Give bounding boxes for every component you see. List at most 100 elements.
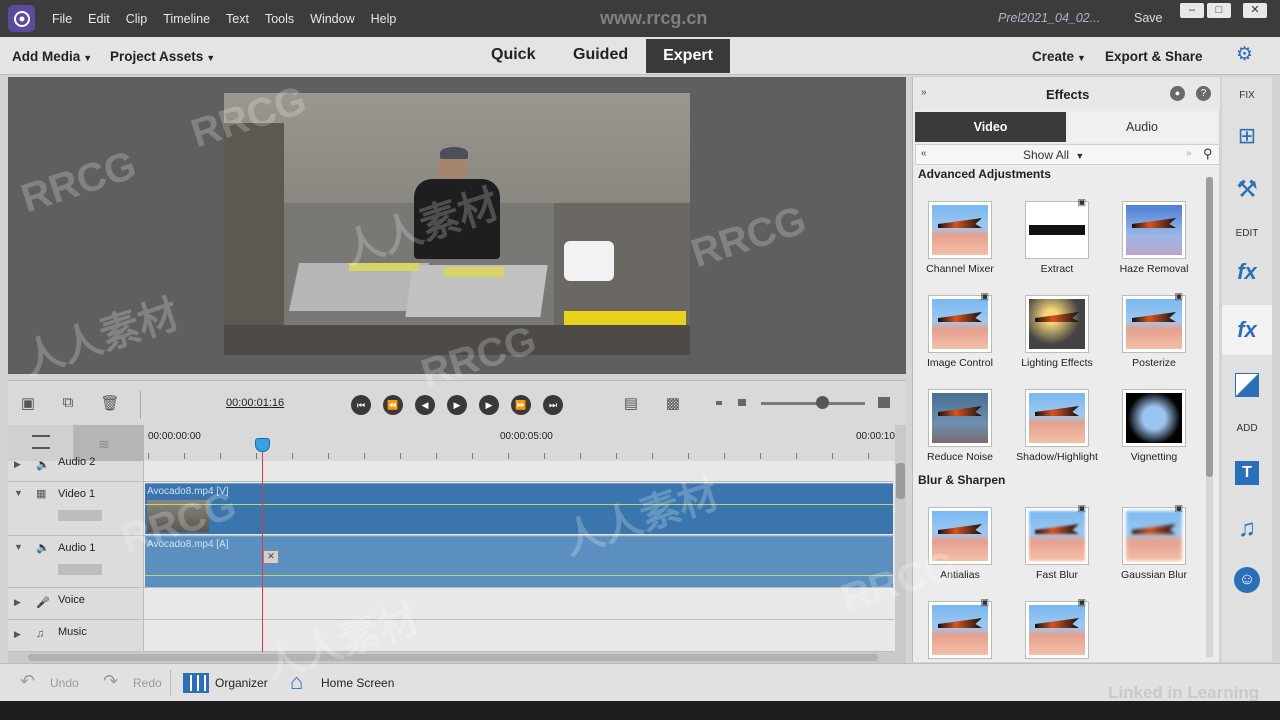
- effects-icon[interactable]: fx: [1222, 305, 1272, 355]
- scroll-thumb[interactable]: [28, 654, 878, 661]
- fullscreen-icon[interactable]: ▩: [663, 394, 683, 412]
- zoom-out-icon[interactable]: [716, 401, 722, 405]
- effect-thumbnail[interactable]: [928, 389, 992, 447]
- zoom-in-icon[interactable]: [878, 397, 890, 408]
- effect-thumbnail[interactable]: [1025, 295, 1089, 353]
- adjust-sliders-icon[interactable]: ⊞: [1222, 123, 1272, 149]
- scroll-thumb[interactable]: [1206, 177, 1213, 477]
- effect-thumbnail[interactable]: ▣: [1025, 197, 1089, 259]
- zoom-slider-handle[interactable]: [816, 396, 829, 409]
- audio-clip[interactable]: Avocado8.mp4 [A] ✕: [145, 536, 893, 587]
- collapse-icon[interactable]: ▼: [14, 488, 23, 498]
- scroll-thumb[interactable]: [896, 463, 905, 499]
- tab-audio[interactable]: Audio: [1066, 112, 1218, 142]
- effect-thumbnail[interactable]: ▣: [1025, 597, 1089, 659]
- effect-thumbnail[interactable]: [928, 507, 992, 565]
- back-icon[interactable]: «: [921, 148, 927, 159]
- maximize-button[interactable]: □: [1207, 3, 1231, 18]
- camera-icon[interactable]: ▣: [18, 394, 38, 412]
- collapse-panel-icon[interactable]: »: [921, 87, 927, 98]
- crop-icon[interactable]: ⧉: [58, 394, 78, 412]
- forward-icon[interactable]: »: [1186, 148, 1192, 159]
- expand-icon[interactable]: ▶: [14, 629, 21, 640]
- minimize-button[interactable]: –: [1180, 3, 1204, 18]
- help-icon[interactable]: ?: [1196, 86, 1211, 101]
- applied-effects-icon[interactable]: fx: [1222, 259, 1272, 285]
- project-assets-menu[interactable]: Project Assets ▼: [110, 49, 215, 64]
- menu-window[interactable]: Window: [310, 12, 354, 26]
- link-icon[interactable]: ✕: [263, 550, 279, 564]
- menu-help[interactable]: Help: [371, 12, 397, 26]
- tools-icon[interactable]: ⚒: [1222, 175, 1272, 204]
- collapse-icon[interactable]: ▼: [14, 542, 23, 552]
- microphone-icon[interactable]: 🎤: [36, 596, 50, 609]
- undo-button[interactable]: Undo: [50, 676, 79, 690]
- playhead-handle[interactable]: [255, 438, 270, 452]
- effect-thumbnail[interactable]: [1122, 389, 1186, 447]
- step-forward-icon[interactable]: ▶: [479, 395, 499, 415]
- add-media-menu[interactable]: Add Media ▼: [12, 49, 92, 64]
- music-icon[interactable]: ♫: [1222, 515, 1272, 543]
- expand-icon[interactable]: ▶: [14, 597, 21, 608]
- effect-thumbnail[interactable]: [928, 201, 992, 259]
- effect-thumbnail[interactable]: ▣: [1122, 291, 1186, 353]
- play-icon[interactable]: ▶: [447, 395, 467, 415]
- home-screen-button[interactable]: Home Screen: [321, 676, 394, 690]
- undo-icon[interactable]: ↶: [20, 671, 35, 692]
- home-icon[interactable]: ⌂: [290, 669, 303, 695]
- tab-video[interactable]: Video: [915, 112, 1066, 142]
- video-clip[interactable]: Avocado8.mp4 [V]: [145, 483, 893, 534]
- titles-icon[interactable]: T: [1235, 461, 1259, 485]
- redo-button[interactable]: Redo: [133, 676, 162, 690]
- effect-thumbnail[interactable]: ▣: [1025, 503, 1089, 565]
- rewind-icon[interactable]: ⏪: [383, 395, 403, 415]
- effect-thumbnail[interactable]: ▣: [1122, 503, 1186, 565]
- create-menu[interactable]: Create ▼: [1032, 49, 1086, 64]
- filter-dropdown[interactable]: Show All ▼: [1023, 148, 1084, 162]
- menu-clip[interactable]: Clip: [126, 12, 148, 26]
- monitor-icon[interactable]: ▤: [621, 394, 641, 412]
- effect-thumbnail[interactable]: ▣: [928, 291, 992, 353]
- menu-text[interactable]: Text: [226, 12, 249, 26]
- close-button[interactable]: ✕: [1243, 3, 1267, 18]
- effects-scrollbar[interactable]: [1206, 177, 1213, 657]
- effect-thumbnail[interactable]: [1025, 389, 1089, 447]
- menu-tools[interactable]: Tools: [265, 12, 294, 26]
- expand-icon[interactable]: ▶: [14, 459, 21, 470]
- video-preview[interactable]: [224, 93, 690, 355]
- timeline-horizontal-scrollbar[interactable]: [8, 652, 906, 663]
- music-note-icon[interactable]: ♫: [36, 628, 44, 640]
- fast-forward-icon[interactable]: ⏩: [511, 395, 531, 415]
- zoom-slider[interactable]: [761, 402, 865, 405]
- graphics-icon[interactable]: ☺: [1234, 567, 1260, 593]
- gear-icon[interactable]: ⚙: [1236, 45, 1256, 65]
- redo-icon[interactable]: ↷: [103, 671, 118, 692]
- menu-file[interactable]: File: [52, 12, 72, 26]
- effect-thumbnail[interactable]: ▣: [928, 597, 992, 659]
- film-icon[interactable]: ▦: [36, 487, 46, 500]
- keyframe-controls[interactable]: [58, 564, 102, 575]
- go-to-end-icon[interactable]: ⏭: [543, 395, 563, 415]
- organizer-button[interactable]: Organizer: [215, 676, 268, 690]
- timeline-vertical-scrollbar[interactable]: [895, 425, 906, 655]
- search-icon[interactable]: ⚲: [1203, 146, 1213, 162]
- info-icon[interactable]: ●: [1170, 86, 1185, 101]
- keyframe-controls[interactable]: [58, 510, 102, 521]
- export-share-button[interactable]: Export & Share: [1105, 49, 1203, 64]
- menu-timeline[interactable]: Timeline: [163, 12, 210, 26]
- save-button[interactable]: Save: [1134, 11, 1163, 25]
- go-to-start-icon[interactable]: ⏮: [351, 395, 371, 415]
- step-back-icon[interactable]: ◀: [415, 395, 435, 415]
- organizer-icon[interactable]: [183, 673, 209, 693]
- menu-edit[interactable]: Edit: [88, 12, 110, 26]
- tab-guided[interactable]: Guided: [573, 46, 628, 64]
- effect-thumbnail[interactable]: [1122, 201, 1186, 259]
- tab-expert[interactable]: Expert: [646, 39, 730, 73]
- timecode-display[interactable]: 00:00:01:16: [226, 397, 284, 409]
- speaker-icon[interactable]: 🔈: [36, 458, 50, 471]
- tab-quick[interactable]: Quick: [491, 46, 535, 64]
- transitions-icon[interactable]: [1235, 373, 1259, 397]
- zoom-in-small-icon[interactable]: [738, 399, 746, 406]
- speaker-icon[interactable]: 🔈: [36, 541, 50, 554]
- trash-icon[interactable]: 🗑: [100, 394, 120, 412]
